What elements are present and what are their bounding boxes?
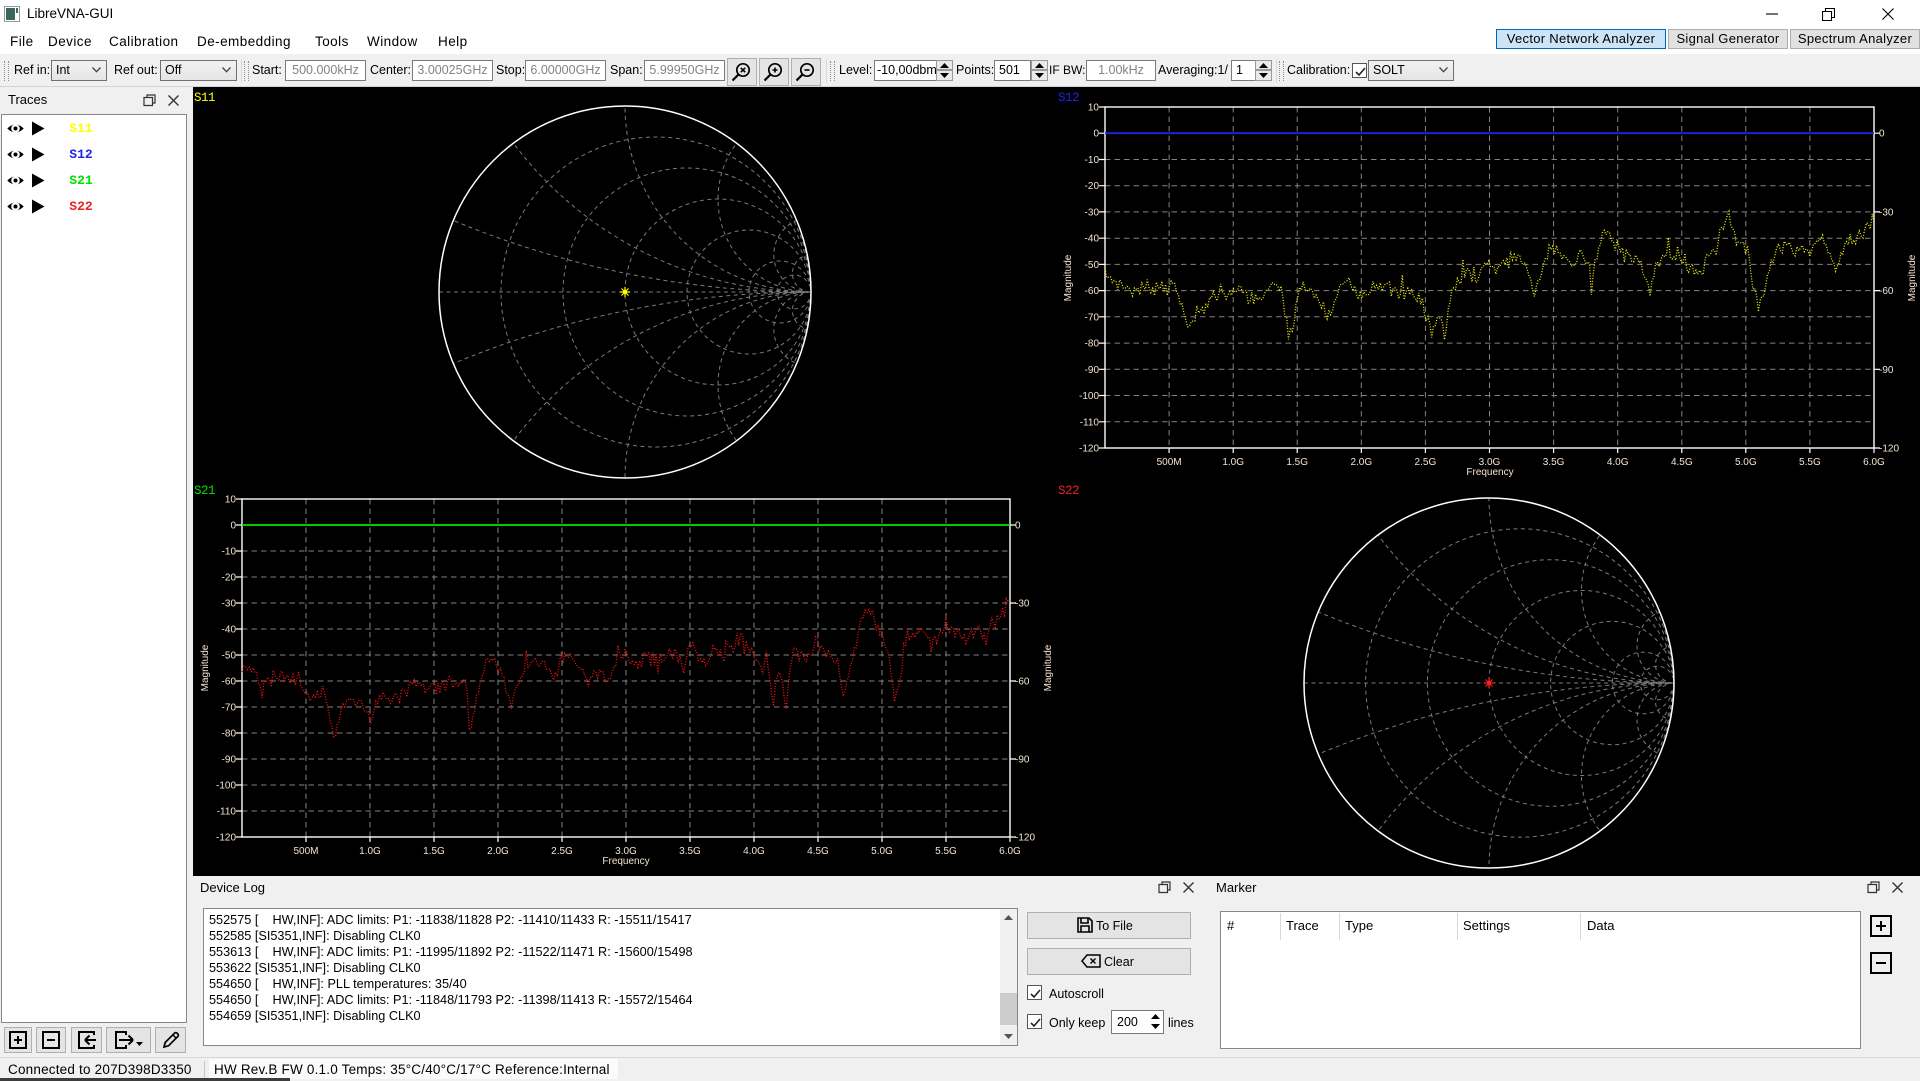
svg-text:1.5G: 1.5G (423, 846, 445, 857)
svg-text:-90: -90 (1015, 755, 1030, 766)
svg-text:5.5G: 5.5G (1799, 457, 1821, 468)
svg-text:4.0G: 4.0G (743, 846, 765, 857)
svg-text:500M: 500M (1157, 457, 1182, 468)
svg-text:2.0G: 2.0G (1350, 457, 1372, 468)
svg-text:6.0G: 6.0G (999, 846, 1021, 857)
svg-text:-20: -20 (1085, 181, 1100, 192)
svg-text:1.0G: 1.0G (1222, 457, 1244, 468)
svg-text:-10: -10 (1085, 155, 1100, 166)
svg-text:-70: -70 (1085, 312, 1100, 323)
svg-text:-100: -100 (216, 781, 236, 792)
svg-text:-60: -60 (1879, 286, 1894, 297)
svg-text:1.0G: 1.0G (359, 846, 381, 857)
svg-text:0: 0 (1093, 129, 1099, 140)
svg-text:-30: -30 (1879, 207, 1894, 218)
svg-text:Frequency: Frequency (602, 856, 649, 867)
svg-text:-60: -60 (1085, 286, 1100, 297)
svg-text:10: 10 (1088, 103, 1100, 114)
svg-text:1.5G: 1.5G (1286, 457, 1308, 468)
svg-text:5.0G: 5.0G (871, 846, 893, 857)
svg-text:5.0G: 5.0G (1735, 457, 1757, 468)
svg-text:500M: 500M (293, 846, 318, 857)
svg-text:-80: -80 (222, 729, 237, 740)
svg-text:-110: -110 (1080, 417, 1100, 428)
svg-text:-100: -100 (1079, 391, 1099, 402)
svg-text:-90: -90 (1085, 365, 1100, 376)
svg-text:0: 0 (230, 521, 236, 532)
svg-text:S22: S22 (1058, 484, 1079, 498)
svg-text:S21: S21 (194, 484, 215, 498)
svg-text:-50: -50 (222, 651, 237, 662)
svg-text:Magnitude: Magnitude (1907, 254, 1918, 301)
svg-text:S12: S12 (1058, 91, 1079, 105)
svg-text:-30: -30 (1015, 599, 1030, 610)
svg-text:6.0G: 6.0G (1863, 457, 1885, 468)
svg-text:3.5G: 3.5G (679, 846, 701, 857)
svg-text:-10: -10 (222, 547, 237, 558)
svg-text:-60: -60 (1015, 677, 1030, 688)
svg-text:2.5G: 2.5G (551, 846, 573, 857)
svg-text:10: 10 (225, 495, 237, 506)
svg-text:-90: -90 (1879, 365, 1894, 376)
svg-text:0: 0 (1015, 521, 1021, 532)
svg-text:-120: -120 (1015, 833, 1035, 844)
svg-text:-90: -90 (222, 755, 237, 766)
svg-text:5.5G: 5.5G (935, 846, 957, 857)
svg-text:-40: -40 (222, 625, 237, 636)
svg-text:3.5G: 3.5G (1543, 457, 1565, 468)
svg-text:-120: -120 (1879, 444, 1899, 455)
svg-text:Magnitude: Magnitude (1063, 254, 1074, 301)
svg-text:-120: -120 (1079, 444, 1099, 455)
svg-text:-80: -80 (1085, 339, 1100, 350)
svg-text:4.5G: 4.5G (807, 846, 829, 857)
svg-text:4.0G: 4.0G (1607, 457, 1629, 468)
svg-text:4.5G: 4.5G (1671, 457, 1693, 468)
svg-text:-30: -30 (222, 599, 237, 610)
svg-text:-30: -30 (1085, 207, 1100, 218)
svg-text:Magnitude: Magnitude (1043, 644, 1054, 691)
svg-text:-70: -70 (222, 703, 237, 714)
svg-text:-20: -20 (222, 573, 237, 584)
svg-text:Magnitude: Magnitude (200, 644, 211, 691)
svg-text:Frequency: Frequency (1466, 467, 1513, 478)
svg-text:-110: -110 (217, 807, 237, 818)
svg-text:-120: -120 (216, 833, 236, 844)
svg-text:-60: -60 (222, 677, 237, 688)
svg-text:-50: -50 (1085, 260, 1100, 271)
svg-text:2.5G: 2.5G (1415, 457, 1437, 468)
svg-text:0: 0 (1879, 129, 1885, 140)
svg-text:S11: S11 (194, 91, 215, 105)
svg-text:-40: -40 (1085, 234, 1100, 245)
svg-text:2.0G: 2.0G (487, 846, 509, 857)
